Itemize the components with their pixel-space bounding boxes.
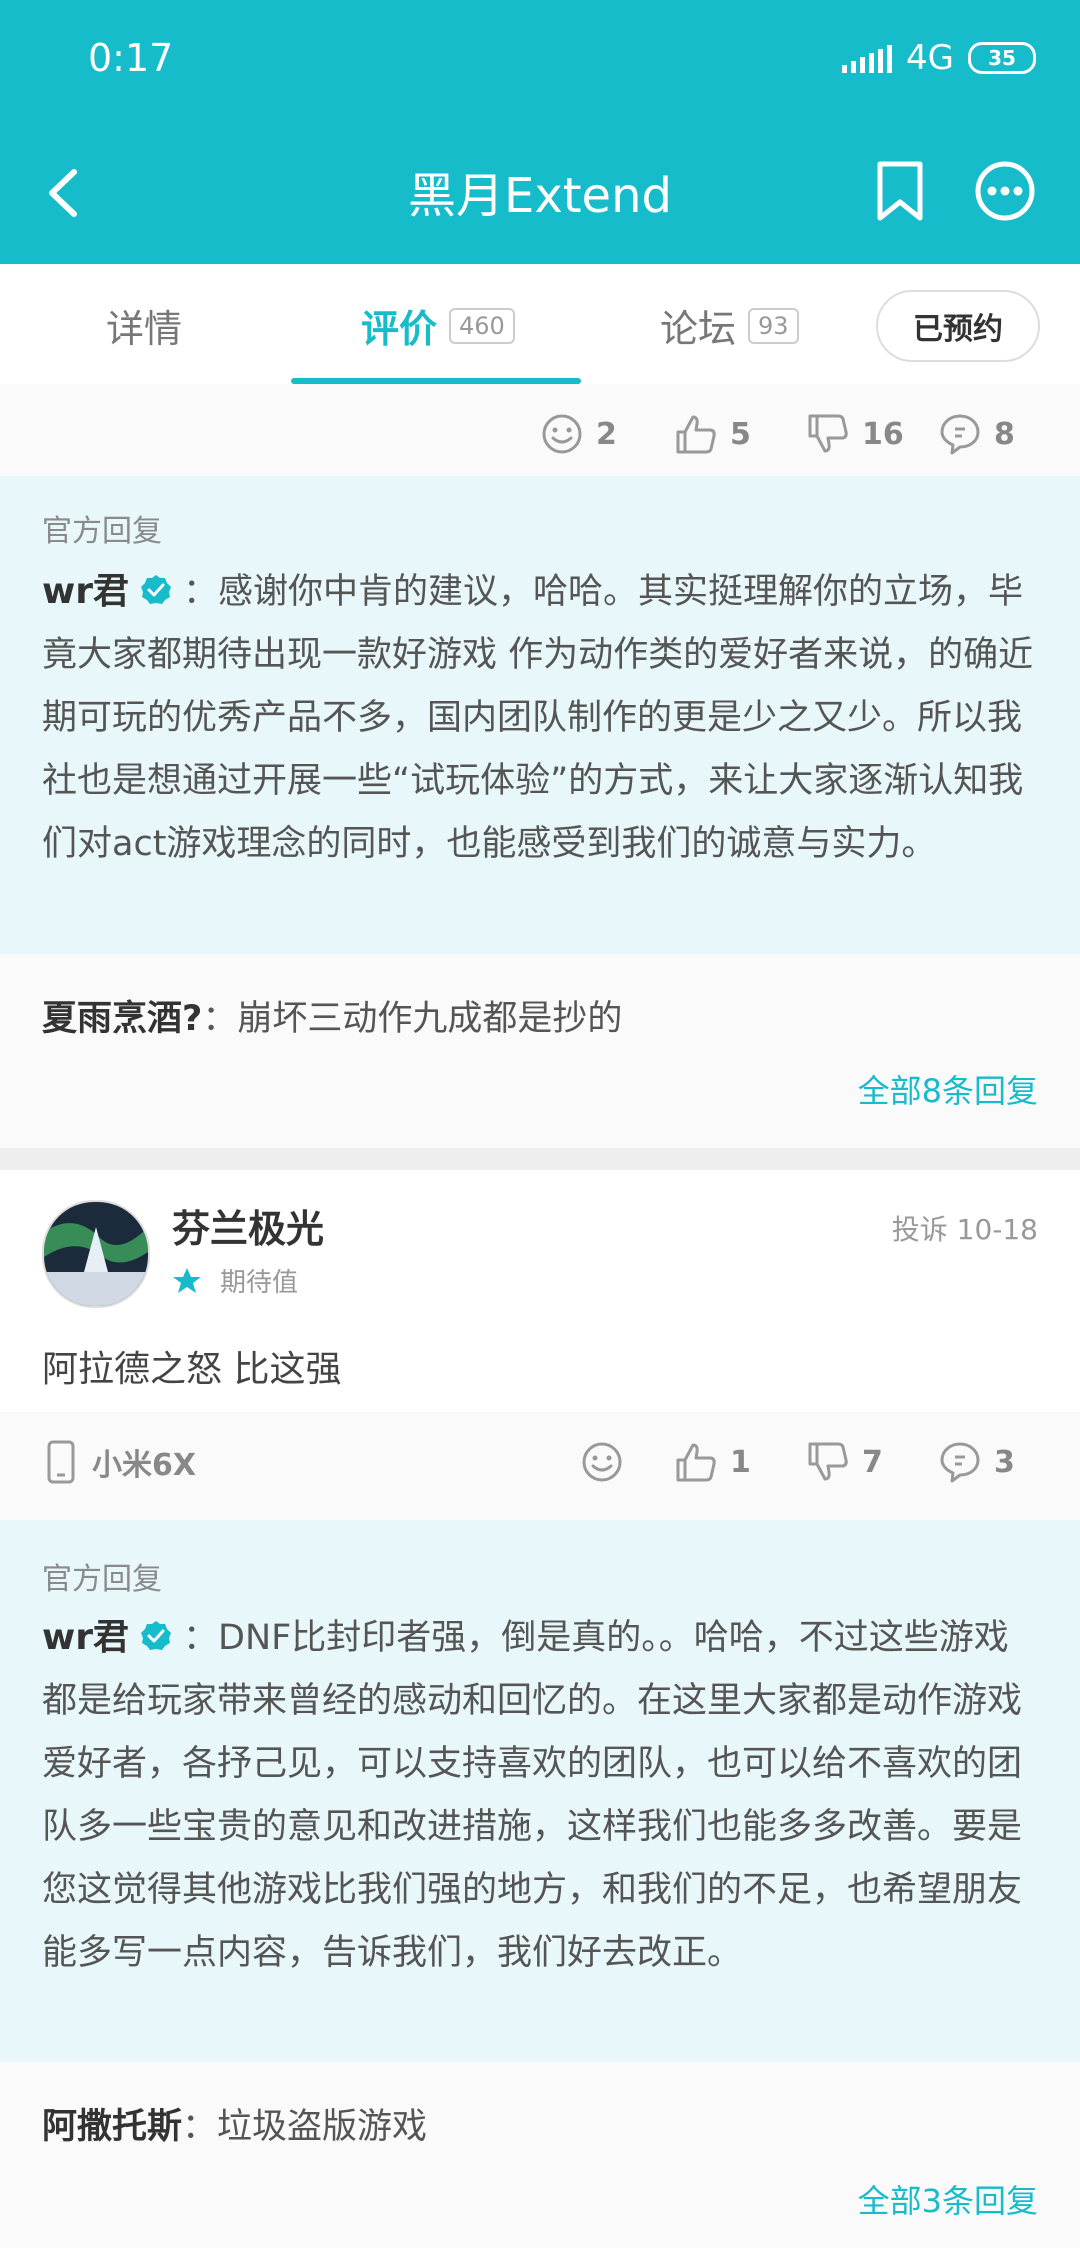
thumbs-up-icon xyxy=(676,1443,716,1482)
thumbs-down-icon xyxy=(808,414,848,453)
section-divider xyxy=(0,1148,1080,1170)
tab-details-label: 详情 xyxy=(106,307,183,351)
like-button[interactable]: 5 xyxy=(674,412,751,456)
tab-reviews-count: 460 xyxy=(449,307,515,344)
all-replies-link[interactable]: 全部8条回复 xyxy=(858,1066,1038,1112)
tab-forum-label: 论坛 xyxy=(660,307,737,351)
reply-line[interactable]: 阿撒托斯：垃圾盗版游戏 xyxy=(42,2098,427,2149)
tab-reviews-label: 评价 xyxy=(361,307,438,351)
emoji-reaction-button[interactable]: 2 xyxy=(540,412,617,456)
bookmark-icon[interactable] xyxy=(870,156,930,226)
like-count: 5 xyxy=(730,416,751,452)
official-reply-label: 官方回复 xyxy=(42,1562,162,1597)
tab-reviews[interactable]: 评价 460 xyxy=(361,298,515,353)
smiley-icon xyxy=(542,414,582,454)
reviewer-name[interactable]: 芬兰极光 xyxy=(172,1198,324,1253)
official-reply-text: wr君 ：DNF比封印者强，倒是真的。。哈哈，不过这些游戏都是给玩家带来曾经的感动… xyxy=(42,1606,1040,1985)
emoji-count: 2 xyxy=(596,416,617,452)
official-reply: 官方回复 wr君 ：感谢你中肯的建议，哈哈。其实挺理解你的立场，毕竟大家都期待出现… xyxy=(0,476,1080,954)
tab-details[interactable]: 详情 xyxy=(106,298,182,353)
official-reply: 官方回复 wr君 ：DNF比封印者强，倒是真的。。哈哈，不过这些游戏都是给玩家带来… xyxy=(0,1520,1080,2062)
thumbs-down-icon xyxy=(808,1442,848,1481)
like-count: 1 xyxy=(730,1444,751,1480)
status-bar: 0:17 4G 35 xyxy=(0,0,1080,120)
avatar[interactable] xyxy=(42,1200,150,1308)
dislike-count: 16 xyxy=(862,416,904,452)
official-author[interactable]: wr君 xyxy=(42,1617,129,1658)
reply-text: ：崩坏三动作九成都是抄的 xyxy=(202,999,623,1039)
reserved-button[interactable]: 已预约 xyxy=(876,290,1040,362)
official-reply-text: wr君 ：感谢你中肯的建议，哈哈。其实挺理解你的立场，毕竟大家都期待出现一款好游戏… xyxy=(42,560,1040,876)
comment-count: 3 xyxy=(994,1444,1015,1480)
device-name: 小米6X xyxy=(92,1448,197,1483)
tab-forum[interactable]: 论坛 93 xyxy=(660,298,799,353)
user-replies: 夏雨烹酒?：崩坏三动作九成都是抄的 全部8条回复 xyxy=(0,954,1080,1148)
comment-button[interactable]: 3 xyxy=(938,1440,1015,1484)
more-options-icon[interactable] xyxy=(972,156,1038,226)
battery-level: 35 xyxy=(988,46,1016,70)
tab-forum-count: 93 xyxy=(748,307,799,344)
reply-text: ：垃圾盗版游戏 xyxy=(182,2107,428,2147)
all-replies-link[interactable]: 全部3条回复 xyxy=(858,2176,1038,2222)
reply-author: 阿撒托斯 xyxy=(42,2107,183,2147)
review-text: 阿拉德之怒 比这强 xyxy=(42,1349,342,1390)
report-link[interactable]: 投诉 xyxy=(892,1213,948,1246)
official-reply-label: 官方回复 xyxy=(42,514,162,549)
dislike-button[interactable]: 16 xyxy=(806,412,904,456)
rating-label: 期待值 xyxy=(220,1268,299,1298)
review-date: 10-18 xyxy=(956,1213,1038,1246)
comment-bubble-icon xyxy=(940,1442,980,1483)
emoji-reaction-button[interactable] xyxy=(580,1440,624,1484)
official-author[interactable]: wr君 xyxy=(42,571,129,612)
device-info: 小米6X xyxy=(46,1440,196,1484)
review-actions: 小米6X 1 7 3 xyxy=(0,1412,1080,1520)
comment-count: 8 xyxy=(994,416,1015,452)
official-reply-body: ：DNF比封印者强，倒是真的。。哈哈，不过这些游戏都是给玩家带来曾经的感动和回忆… xyxy=(42,1618,1023,1973)
status-time: 0:17 xyxy=(88,36,174,80)
user-replies: 阿撒托斯：垃圾盗版游戏 全部3条回复 xyxy=(0,2062,1080,2248)
verified-badge-icon xyxy=(141,575,172,604)
network-type: 4G xyxy=(906,38,954,78)
comment-bubble-icon xyxy=(940,414,980,455)
phone-icon xyxy=(47,1440,75,1484)
reply-author: 夏雨烹酒? xyxy=(42,999,203,1039)
like-button[interactable]: 1 xyxy=(674,1440,751,1484)
verified-badge-icon xyxy=(141,1621,172,1650)
nav-bar: 黑月Extend xyxy=(0,120,1080,264)
rating: 期待值 xyxy=(172,1262,298,1299)
signal-icon xyxy=(842,43,893,73)
thumbs-up-icon xyxy=(676,415,716,454)
star-icon xyxy=(173,1267,201,1293)
avatar-image xyxy=(44,1202,148,1306)
dislike-button[interactable]: 7 xyxy=(806,1440,883,1484)
comment-button[interactable]: 8 xyxy=(938,412,1015,456)
review-meta: 投诉 10-18 xyxy=(892,1208,1038,1248)
battery-icon: 35 xyxy=(968,42,1036,74)
reply-line[interactable]: 夏雨烹酒?：崩坏三动作九成都是抄的 xyxy=(42,990,622,1041)
official-reply-body: ：感谢你中肯的建议，哈哈。其实挺理解你的立场，毕竟大家都期待出现一款好游戏 作为… xyxy=(42,572,1034,864)
dislike-count: 7 xyxy=(862,1444,883,1480)
smiley-icon xyxy=(582,1442,622,1482)
